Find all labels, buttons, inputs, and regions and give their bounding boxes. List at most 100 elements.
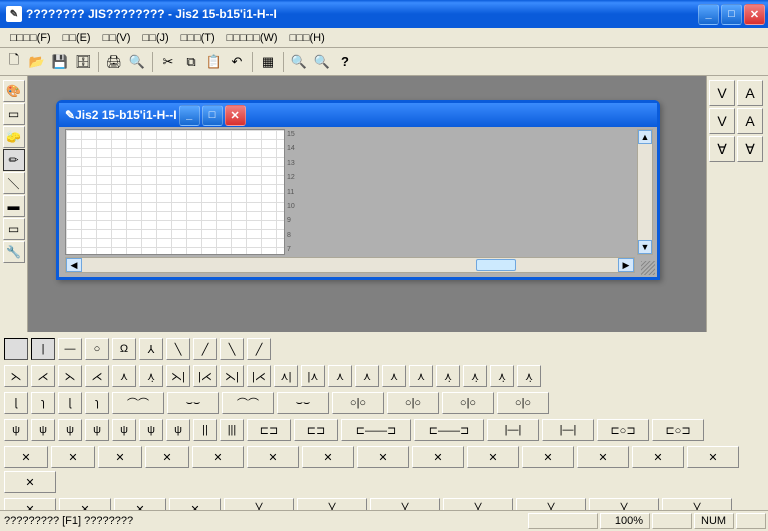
stitch-bridge1[interactable]: ⌒⌒ xyxy=(112,392,164,414)
new-button[interactable]: 🗋 xyxy=(3,51,25,73)
scroll-down-icon[interactable]: ▼ xyxy=(638,240,652,254)
stitch-bslash[interactable]: ╱ xyxy=(193,338,217,360)
menu-tools[interactable]: □□□(T) xyxy=(175,30,221,46)
stitch-fork2[interactable]: ψ xyxy=(31,419,55,441)
r-tool-6[interactable]: ∀ xyxy=(737,136,763,162)
grid-button[interactable]: ▦ xyxy=(257,51,279,73)
edit-grid[interactable] xyxy=(65,129,285,255)
stitch-bslash2[interactable]: ╱ xyxy=(247,338,271,360)
stitch-tree3[interactable]: ⋋| xyxy=(166,365,190,387)
undo-button[interactable]: ↶ xyxy=(226,51,248,73)
stitch-fork3[interactable]: ψ xyxy=(58,419,82,441)
stitch-fork4[interactable]: ψ xyxy=(85,419,109,441)
stitch-dec-l[interactable]: ⋋ xyxy=(4,365,28,387)
stitch-x10[interactable]: ✕ xyxy=(467,446,519,468)
child-minimize-button[interactable]: _ xyxy=(179,105,200,126)
stitch-fork7[interactable]: ψ xyxy=(166,419,190,441)
stitch-x15[interactable]: ✕ xyxy=(4,471,56,493)
stitch-tree5[interactable]: ⋋| xyxy=(220,365,244,387)
stitch-x5[interactable]: ✕ xyxy=(192,446,244,468)
stitch-q[interactable]: Ω xyxy=(112,338,136,360)
stitch-oo1[interactable]: ○|○ xyxy=(332,392,384,414)
scroll-left-icon[interactable]: ◀ xyxy=(66,258,82,272)
stitch-tree2[interactable]: ⋏̣ xyxy=(139,365,163,387)
menu-help[interactable]: □□□(H) xyxy=(284,30,331,46)
stitch-tree4[interactable]: |⋌ xyxy=(193,365,217,387)
save-button[interactable]: 💾 xyxy=(49,51,71,73)
paste-button[interactable]: 📋 xyxy=(203,51,225,73)
r-tool-4[interactable]: A xyxy=(737,108,763,134)
print-button[interactable]: 🖨 xyxy=(103,51,125,73)
menu-edit[interactable]: □□(E) xyxy=(57,30,97,46)
tool-erase[interactable]: 🧽 xyxy=(3,126,25,148)
stitch-inc-r[interactable]: ⋌ xyxy=(85,365,109,387)
stitch-slash[interactable]: ╲ xyxy=(166,338,190,360)
stitch-circle[interactable]: ○ xyxy=(85,338,109,360)
stitch-tree6[interactable]: |⋌ xyxy=(247,365,271,387)
stitch-oo3[interactable]: ○|○ xyxy=(442,392,494,414)
stitch-x1[interactable]: ✕ xyxy=(4,446,48,468)
stitch-horz[interactable]: — xyxy=(58,338,82,360)
stitch-star7[interactable]: ⋏̣ xyxy=(490,365,514,387)
stitch-hook-l[interactable]: ɭ xyxy=(4,392,28,414)
stitch-bars1[interactable]: || xyxy=(193,419,217,441)
stitch-star5[interactable]: ⋏̣ xyxy=(436,365,460,387)
tool-color[interactable]: 🎨 xyxy=(3,80,25,102)
stitch-tree7[interactable]: ⋏| xyxy=(274,365,298,387)
stitch-blank[interactable] xyxy=(4,338,28,360)
stitch-x3[interactable]: ✕ xyxy=(98,446,142,468)
hscroll-thumb[interactable] xyxy=(476,259,516,271)
child-hscroll[interactable]: ◀ ▶ xyxy=(65,257,635,273)
copy-button[interactable]: ⧉ xyxy=(180,51,202,73)
r-tool-5[interactable]: ∀ xyxy=(709,136,735,162)
stitch-x9[interactable]: ✕ xyxy=(412,446,464,468)
stitch-oo2[interactable]: ○|○ xyxy=(387,392,439,414)
child-titlebar[interactable]: ✎ Jis2 15-b15'i1-H--I _ □ ✕ xyxy=(59,103,657,127)
child-vscroll[interactable]: ▲ ▼ xyxy=(637,129,653,255)
tool-line[interactable]: ＼ xyxy=(3,172,25,194)
maximize-button[interactable]: □ xyxy=(721,4,742,25)
stitch-x13[interactable]: ✕ xyxy=(632,446,684,468)
r-tool-2[interactable]: A xyxy=(737,80,763,106)
stitch-x6[interactable]: ✕ xyxy=(247,446,299,468)
stitch-hook-r[interactable]: ɿ xyxy=(31,392,55,414)
close-button[interactable]: ✕ xyxy=(744,4,765,25)
stitch-x4[interactable]: ✕ xyxy=(145,446,189,468)
stitch-star6[interactable]: ⋏̣ xyxy=(463,365,487,387)
menu-j[interactable]: □□(J) xyxy=(137,30,175,46)
stitch-inc-l[interactable]: ⋋ xyxy=(58,365,82,387)
stitch-x14[interactable]: ✕ xyxy=(687,446,739,468)
stitch-slash2[interactable]: ╲ xyxy=(220,338,244,360)
r-tool-1[interactable]: V xyxy=(709,80,735,106)
stitch-vert[interactable]: | xyxy=(31,338,55,360)
stitch-bars2[interactable]: ||| xyxy=(220,419,244,441)
stitch-oo4[interactable]: ○|○ xyxy=(497,392,549,414)
stitch-dash4[interactable]: ⊏○⊐ xyxy=(652,419,704,441)
preview-button[interactable]: 🔍 xyxy=(126,51,148,73)
tool-pencil[interactable]: ✏ xyxy=(3,149,25,171)
open-button[interactable]: 📂 xyxy=(26,51,48,73)
stitch-dash3[interactable]: ⊏○⊐ xyxy=(597,419,649,441)
help-button[interactable]: ? xyxy=(334,51,356,73)
child-maximize-button[interactable]: □ xyxy=(202,105,223,126)
stitch-fork1[interactable]: ψ xyxy=(4,419,28,441)
stitch-star1[interactable]: ⋏ xyxy=(328,365,352,387)
stitch-star3[interactable]: ⋏ xyxy=(382,365,406,387)
stitch-box1[interactable]: ⊏⊐ xyxy=(247,419,291,441)
stitch-fork6[interactable]: ψ xyxy=(139,419,163,441)
stitch-star2[interactable]: ⋏ xyxy=(355,365,379,387)
scroll-right-icon[interactable]: ▶ xyxy=(618,258,634,272)
stitch-hook-l2[interactable]: ɭ xyxy=(58,392,82,414)
menu-view[interactable]: □□(V) xyxy=(97,30,137,46)
menu-file[interactable]: □□□□(F) xyxy=(4,30,57,46)
stitch-star4[interactable]: ⋏ xyxy=(409,365,433,387)
r-tool-3[interactable]: V xyxy=(709,108,735,134)
stitch-x7[interactable]: ✕ xyxy=(302,446,354,468)
zoomout-button[interactable]: 🔍 xyxy=(311,51,333,73)
stitch-box2[interactable]: ⊏⊐ xyxy=(294,419,338,441)
minimize-button[interactable]: _ xyxy=(698,4,719,25)
stitch-dash1[interactable]: |—| xyxy=(487,419,539,441)
menu-window[interactable]: □□□□□(W) xyxy=(221,30,284,46)
stitch-dec-r[interactable]: ⋌ xyxy=(31,365,55,387)
stitch-bridge2[interactable]: ⌣⌣ xyxy=(167,392,219,414)
